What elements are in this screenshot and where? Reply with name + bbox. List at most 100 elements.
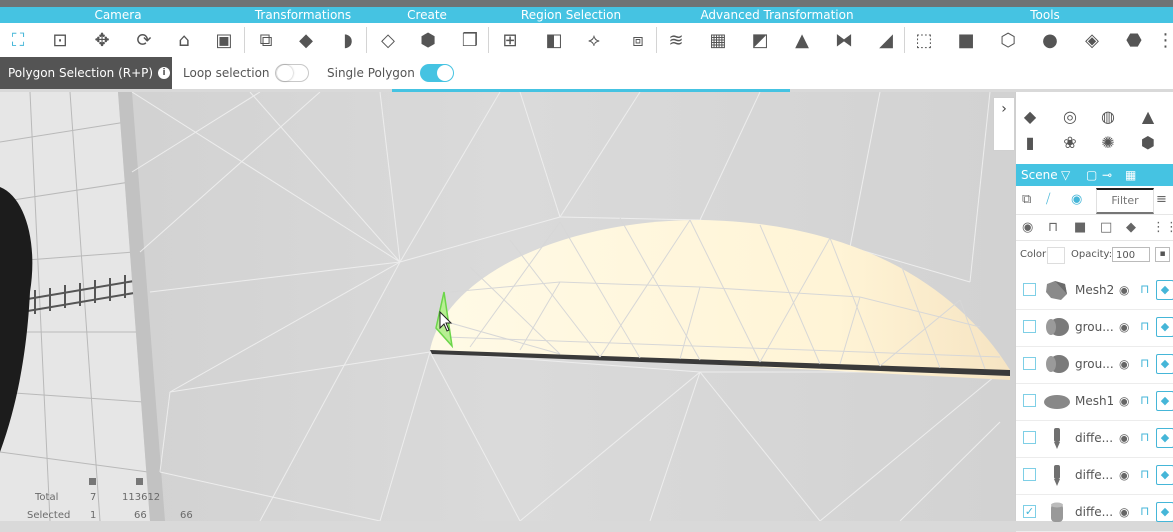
window-top-strip <box>0 0 1173 7</box>
list-item[interactable]: grou... ◉ ⊓ ◆ <box>1016 346 1173 384</box>
selected-faces: 66 <box>180 510 193 521</box>
row-checkbox[interactable] <box>1023 283 1036 296</box>
row-checkbox[interactable] <box>1023 394 1036 407</box>
row-checkbox[interactable]: ✓ <box>1023 505 1036 518</box>
advanced-slice-icon[interactable]: ◩ <box>746 26 774 54</box>
list-item[interactable]: diffe... ◉ ⊓ ◆ <box>1016 457 1173 495</box>
eye-icon[interactable]: ◉ <box>1119 357 1129 371</box>
tools-hollow-cube-icon[interactable]: ◈ <box>1078 26 1106 54</box>
region-select-vertex-icon[interactable]: ⟡ <box>580 26 608 54</box>
lock-icon[interactable]: ⊓ <box>1140 393 1149 407</box>
create-box-icon[interactable]: ❒ <box>456 26 484 54</box>
row-checkbox[interactable] <box>1023 320 1036 333</box>
list-item[interactable]: grou... ◉ ⊓ ◆ <box>1016 309 1173 347</box>
opacity-apply-icon[interactable]: ▪ <box>1155 247 1170 262</box>
camera-reset-icon[interactable]: ⌂ <box>170 26 198 54</box>
region-select-box-icon[interactable]: ⊞ <box>496 26 524 54</box>
single-polygon-toggle[interactable] <box>420 64 454 82</box>
region-select-plus-icon[interactable]: ⧈ <box>624 26 652 54</box>
lock-icon[interactable]: ⊓ <box>1140 430 1149 444</box>
camera-3d-view-icon[interactable]: ⛶ <box>4 26 32 54</box>
primitive-ball-icon[interactable]: ✺ <box>1097 131 1119 153</box>
3d-viewport[interactable] <box>0 92 1015 521</box>
region-select-face-icon[interactable]: ◧ <box>540 26 568 54</box>
cube-icon[interactable]: ◆ <box>1156 354 1173 374</box>
list-item[interactable]: diffe... ◉ ⊓ ◆ <box>1016 420 1173 458</box>
transform-scale-icon[interactable]: ◗ <box>334 26 362 54</box>
sort-icon[interactable]: ≡ <box>1156 192 1167 207</box>
create-extrude-icon[interactable]: ⬢ <box>414 26 442 54</box>
camera-fit-icon[interactable]: ▣ <box>210 26 238 54</box>
opacity-input[interactable]: 100 <box>1112 247 1150 262</box>
row-checkbox[interactable] <box>1023 357 1036 370</box>
tools-solid-icon[interactable]: ■ <box>952 26 980 54</box>
camera-rotate-icon[interactable]: ⟳ <box>130 26 158 54</box>
lock-icon[interactable]: ⊓ <box>1140 319 1149 333</box>
group-icon[interactable]: ⧉ <box>1022 192 1031 207</box>
advanced-layers-icon[interactable]: ≋ <box>662 26 690 54</box>
loop-selection-toggle[interactable] <box>275 64 309 82</box>
eye-icon[interactable]: ◉ <box>1119 468 1129 482</box>
lock-icon[interactable]: ⊓ <box>1140 282 1149 296</box>
transform-rotate-icon[interactable]: ◆ <box>292 26 320 54</box>
cube-icon[interactable]: ◆ <box>1156 391 1173 411</box>
toolbar-separator <box>656 27 657 53</box>
row-checkbox[interactable] <box>1023 431 1036 444</box>
wire-column-icon[interactable]: □ <box>1100 220 1112 235</box>
eye-icon[interactable]: ◉ <box>1119 320 1129 334</box>
tools-wire-icon[interactable]: ⬡ <box>994 26 1022 54</box>
advanced-twist-icon[interactable]: ⧓ <box>830 26 858 54</box>
info-icon[interactable]: i <box>158 66 171 79</box>
filter-funnel-icon[interactable]: ▽ <box>1061 164 1070 186</box>
row-checkbox[interactable] <box>1023 468 1036 481</box>
eye-icon[interactable]: ◉ <box>1119 394 1129 408</box>
primitive-torus-icon[interactable]: ◎ <box>1059 105 1081 127</box>
advanced-grid-cube-icon[interactable]: ▦ <box>704 26 732 54</box>
primitive-sphere-icon[interactable]: ◍ <box>1097 105 1119 127</box>
tools-sphere-icon[interactable]: ● <box>1036 26 1064 54</box>
create-cube-icon[interactable]: ◇ <box>374 26 402 54</box>
tools-more-icon[interactable]: ⋮ <box>1157 26 1173 54</box>
lock-icon[interactable]: ⊓ <box>1140 504 1149 518</box>
settings-column-icon[interactable]: ⋮⋮ <box>1152 220 1173 235</box>
list-item[interactable]: Mesh1 ◉ ⊓ ◆ <box>1016 383 1173 421</box>
cube-icon[interactable]: ◆ <box>1156 465 1173 485</box>
lock-icon[interactable]: ⊓ <box>1140 356 1149 370</box>
primitive-dodecahedron-icon[interactable]: ⬢ <box>1137 131 1159 153</box>
transform-move-icon[interactable]: ⧉ <box>252 26 280 54</box>
filter-input[interactable] <box>1096 188 1154 214</box>
eye-column-icon[interactable]: ◉ <box>1022 220 1033 235</box>
advanced-bevel-icon[interactable]: ◢ <box>872 26 900 54</box>
eye-icon[interactable]: ◉ <box>1119 283 1129 297</box>
shaded-column-icon[interactable]: ◆ <box>1126 220 1136 235</box>
visibility-eye-icon[interactable]: ◉ <box>1071 192 1082 207</box>
advanced-cone-icon[interactable]: ▲ <box>788 26 816 54</box>
camera-zoom-icon[interactable]: ⊡ <box>46 26 74 54</box>
tools-measure-icon[interactable]: ⬣ <box>1120 26 1148 54</box>
view-square-icon[interactable]: ▢ <box>1086 164 1097 186</box>
cube-icon[interactable]: ◆ <box>1156 280 1173 300</box>
primitive-cylinder-icon[interactable]: ▮ <box>1019 131 1041 153</box>
single-polygon-label: Single Polygon <box>327 66 415 80</box>
cube-icon[interactable]: ◆ <box>1156 428 1173 448</box>
eye-icon[interactable]: ◉ <box>1119 431 1129 445</box>
cube-icon[interactable]: ◆ <box>1156 502 1173 522</box>
eye-icon[interactable]: ◉ <box>1119 505 1129 519</box>
list-item[interactable]: ✓ diffe... ◉ ⊓ ◆ <box>1016 494 1173 532</box>
view-grid-icon[interactable]: ▦ <box>1125 164 1136 186</box>
primitive-knot-icon[interactable]: ❀ <box>1059 131 1081 153</box>
solid-column-icon[interactable]: ■ <box>1074 220 1086 235</box>
color-swatch[interactable] <box>1047 247 1065 264</box>
primitive-cube-icon[interactable]: ◆ <box>1019 105 1041 127</box>
tools-frame-icon[interactable]: ⬚ <box>910 26 938 54</box>
lock-icon[interactable]: ⊓ <box>1140 467 1149 481</box>
viewport-scene[interactable] <box>0 92 1015 521</box>
link-icon[interactable]: ⧸ <box>1046 192 1050 207</box>
lock-column-icon[interactable]: ⊓ <box>1048 220 1058 235</box>
camera-pan-icon[interactable]: ✥ <box>88 26 116 54</box>
list-item[interactable]: Mesh2 ◉ ⊓ ◆ <box>1016 272 1173 310</box>
cube-icon[interactable]: ◆ <box>1156 317 1173 337</box>
view-slider-icon[interactable]: ⊸ <box>1102 164 1112 186</box>
primitive-cone-icon[interactable]: ▲ <box>1137 105 1159 127</box>
panel-collapse-button[interactable]: › <box>993 97 1015 151</box>
